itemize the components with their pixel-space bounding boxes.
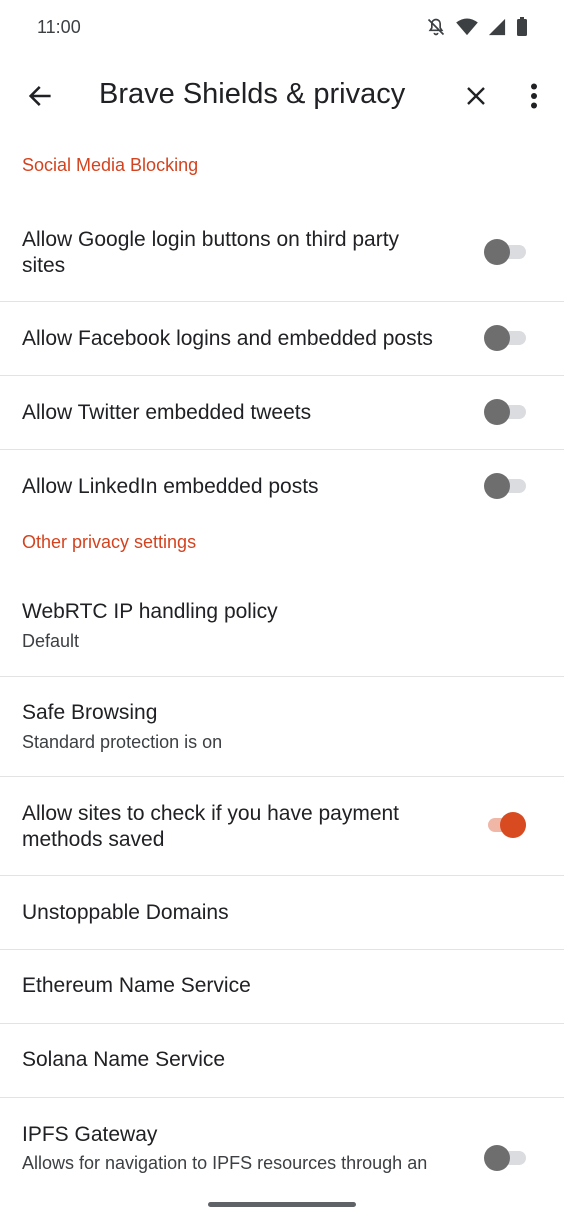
setting-title: Allow Facebook logins and embedded posts [22,327,433,350]
battery-icon [517,17,527,36]
setting-title: Unstoppable Domains [22,901,229,924]
back-button[interactable] [22,78,58,114]
app-bar: Brave Shields & privacy [0,56,564,140]
setting-title: Safe Browsing [22,701,158,724]
status-bar: 11:00 [0,0,564,56]
page-title: Brave Shields & privacy [99,78,406,110]
setting-title: Allow sites to check if you have payment… [22,802,400,851]
setting-title: WebRTC IP handling policy [22,600,278,623]
toggle-linkedin-posts[interactable] [484,472,528,500]
setting-ethereum-name-service[interactable]: Ethereum Name Service [0,950,564,1024]
close-icon [467,87,485,105]
setting-title: IPFS Gateway [22,1123,158,1146]
setting-title: Allow Google login buttons on third part… [22,228,400,277]
toggle-facebook-logins[interactable] [484,324,528,352]
section-header-social-media: Social Media Blocking [0,140,564,202]
setting-title: Allow Twitter embedded tweets [22,401,312,424]
section-header-other-privacy: Other privacy settings [0,524,564,584]
more-options-button[interactable] [516,78,552,114]
setting-subtitle: Allows for navigation to IPFS resources … [22,1153,428,1173]
wifi-icon [456,18,478,36]
status-time: 11:00 [37,17,81,37]
more-vert-icon [531,83,537,109]
setting-twitter-tweets[interactable]: Allow Twitter embedded tweets [0,376,564,450]
arrow-back-icon [28,86,51,106]
setting-solana-name-service[interactable]: Solana Name Service [0,1024,564,1098]
setting-google-login[interactable]: Allow Google login buttons on third part… [0,202,564,302]
toggle-twitter-tweets[interactable] [484,398,528,426]
setting-safe-browsing[interactable]: Safe Browsing Standard protection is on [0,677,564,777]
notifications-off-icon [427,18,445,36]
setting-title: Solana Name Service [22,1048,226,1071]
signal-icon [488,18,506,36]
section-header-label: Other privacy settings [22,532,197,552]
setting-facebook-logins[interactable]: Allow Facebook logins and embedded posts [0,302,564,376]
setting-unstoppable-domains[interactable]: Unstoppable Domains [0,876,564,950]
section-header-label: Social Media Blocking [22,155,199,175]
gesture-navigation-handle[interactable] [208,1202,356,1207]
setting-linkedin-posts[interactable]: Allow LinkedIn embedded posts [0,450,564,524]
toggle-payment-methods[interactable] [484,811,528,839]
toggle-ipfs-gateway[interactable] [484,1144,528,1172]
setting-ipfs-gateway[interactable]: IPFS Gateway Allows for navigation to IP… [0,1098,564,1178]
toggle-google-login[interactable] [484,238,528,266]
status-icons [426,17,528,37]
settings-list: Social Media Blocking Allow Google login… [0,140,564,1178]
close-button[interactable] [458,78,494,114]
setting-subtitle: Standard protection is on [22,732,223,752]
setting-payment-methods[interactable]: Allow sites to check if you have payment… [0,777,564,876]
setting-title: Ethereum Name Service [22,974,251,997]
setting-title: Allow LinkedIn embedded posts [22,475,319,498]
setting-webrtc-policy[interactable]: WebRTC IP handling policy Default [0,584,564,677]
setting-subtitle: Default [22,631,80,651]
